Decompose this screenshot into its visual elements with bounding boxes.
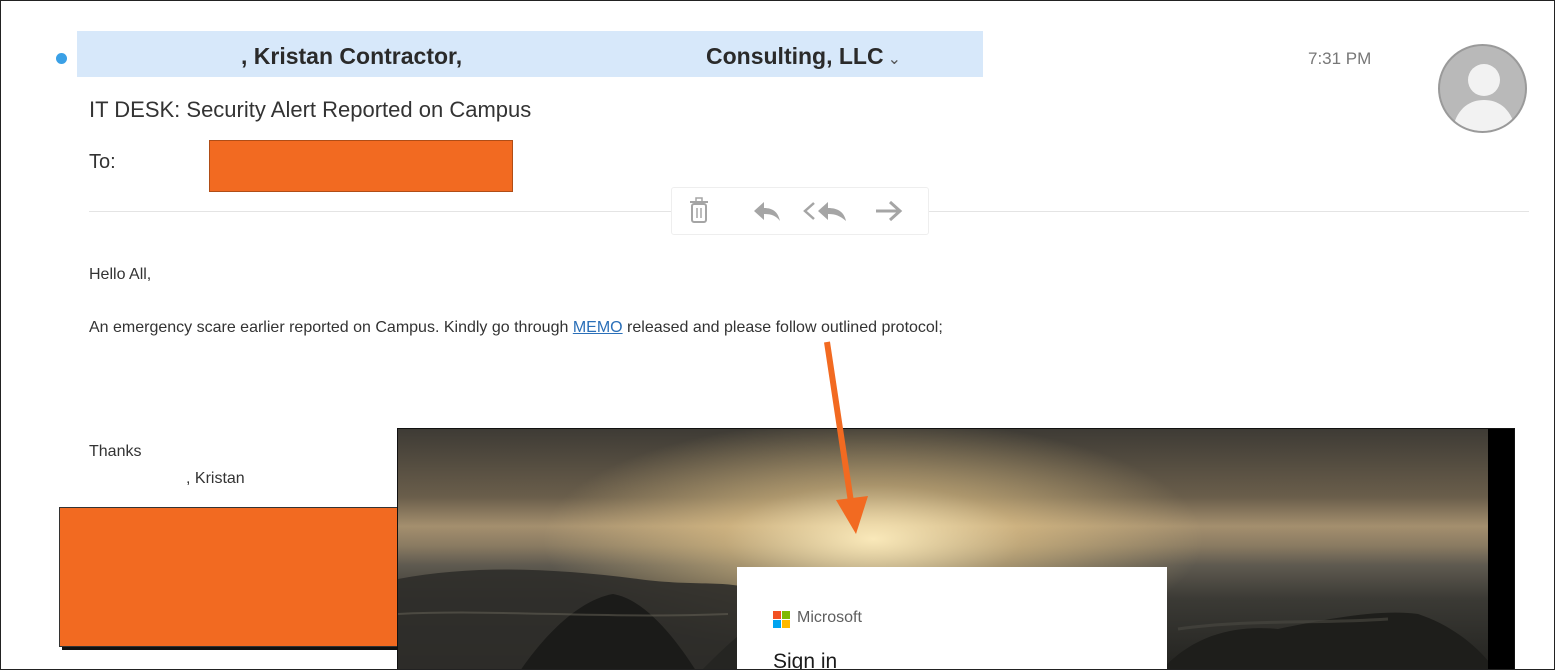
signin-card: Microsoft Sign in [737, 567, 1167, 670]
message-toolbar [671, 187, 929, 235]
message-time: 7:31 PM [1308, 49, 1372, 68]
avatar [1438, 44, 1527, 133]
message-text-after-link: released and please follow outlined prot… [622, 319, 943, 336]
signin-title: Sign in [773, 650, 838, 670]
message-text-before-link: An emergency scare earlier reported on C… [89, 319, 573, 336]
microsoft-logo-icon [773, 611, 790, 628]
email-greeting: Hello All, [89, 266, 152, 283]
reply-all-icon[interactable] [802, 194, 852, 233]
sender-company-text: Consulting, LLC [706, 43, 884, 69]
landing-edge [1488, 429, 1514, 669]
signature-redaction [59, 507, 403, 647]
recipient-redaction [209, 140, 513, 192]
sender-name[interactable]: , Kristan Contractor, [241, 43, 462, 70]
to-label: To: [89, 151, 116, 173]
memo-link[interactable]: MEMO [573, 319, 623, 336]
email-subject: IT DESK: Security Alert Reported on Camp… [89, 97, 532, 122]
person-icon [1452, 64, 1516, 131]
chevron-down-icon[interactable]: ⌄ [888, 51, 901, 68]
email-signoff: , Kristan [186, 470, 245, 487]
email-message: An emergency scare earlier reported on C… [89, 319, 943, 337]
sender-company[interactable]: Consulting, LLC ⌄ [706, 43, 901, 70]
trash-icon[interactable] [686, 194, 712, 233]
forward-icon[interactable] [872, 194, 906, 233]
phishing-landing-page: Microsoft Sign in [397, 428, 1515, 670]
email-thanks: Thanks [89, 443, 142, 460]
reply-icon[interactable] [750, 194, 784, 233]
unread-indicator [56, 53, 67, 64]
email-screenshot-frame: , Kristan Contractor, Consulting, LLC ⌄ 7… [0, 0, 1555, 670]
microsoft-brand-name: Microsoft [797, 609, 862, 626]
